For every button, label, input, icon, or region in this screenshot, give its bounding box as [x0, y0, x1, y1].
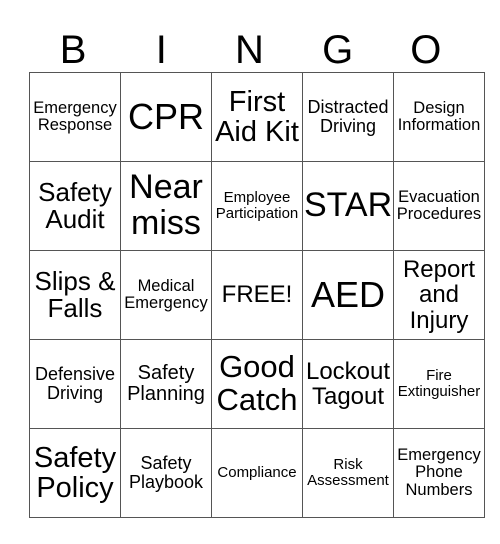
bingo-cell[interactable]: Safety Audit	[29, 161, 121, 251]
bingo-cell[interactable]: Report and Injury	[393, 250, 485, 340]
bingo-cell[interactable]: Emergency Phone Numbers	[393, 428, 485, 518]
cell-label: First Aid Kit	[215, 85, 299, 148]
bingo-cell[interactable]: AED	[302, 250, 394, 340]
cell-label: Safety Playbook	[128, 453, 204, 492]
cell-label: Good Catch	[216, 349, 298, 417]
cell-label: Employee Participation	[215, 189, 299, 222]
cell-label: Design Information	[397, 98, 481, 134]
cell-label: Safety Planning	[127, 362, 205, 405]
grid-row: Defensive Driving Safety Planning Good C…	[29, 339, 485, 429]
cell-label: Defensive Driving	[34, 364, 116, 403]
cell-label: Compliance	[217, 464, 297, 482]
header-letter-n: N	[235, 28, 264, 72]
grid-row: Safety Audit Near miss Employee Particip…	[29, 161, 485, 251]
bingo-header: B I N G O	[29, 28, 470, 72]
header-letter-b: B	[59, 28, 87, 72]
cell-label: CPR	[127, 96, 204, 138]
cell-label: Safety Policy	[33, 441, 117, 504]
bingo-cell[interactable]: Evacuation Procedures	[393, 161, 485, 251]
grid-row: Slips & Falls Medical Emergency FREE! AE…	[29, 250, 485, 340]
cell-label: Risk Assessment	[307, 456, 389, 489]
cell-label: Medical Emergency	[124, 276, 208, 312]
bingo-cell[interactable]: Employee Participation	[211, 161, 303, 251]
bingo-cell[interactable]: Medical Emergency	[120, 250, 212, 340]
cell-label: Lockout Tagout	[305, 357, 391, 410]
bingo-cell[interactable]: Slips & Falls	[29, 250, 121, 340]
cell-label: Distracted Driving	[307, 97, 389, 136]
cell-label: Safety Audit	[38, 176, 112, 234]
cell-label: Near miss	[129, 168, 203, 242]
cell-label: Fire Extinguisher	[397, 367, 481, 400]
bingo-cell[interactable]: Safety Policy	[29, 428, 121, 518]
cell-label: STAR	[304, 186, 393, 225]
bingo-cell[interactable]: Compliance	[211, 428, 303, 518]
header-letter-i: I	[155, 28, 167, 72]
bingo-cell[interactable]: Distracted Driving	[302, 72, 394, 162]
cell-label: FREE!	[221, 281, 293, 309]
bingo-cell[interactable]: First Aid Kit	[211, 72, 303, 162]
bingo-cell[interactable]: Fire Extinguisher	[393, 339, 485, 429]
bingo-cell[interactable]: Risk Assessment	[302, 428, 394, 518]
bingo-cell[interactable]: Safety Playbook	[120, 428, 212, 518]
cell-label: Evacuation Procedures	[396, 187, 482, 223]
bingo-cell[interactable]: Near miss	[120, 161, 212, 251]
grid-row: Safety Policy Safety Playbook Compliance…	[29, 428, 485, 518]
bingo-cell[interactable]: STAR	[302, 161, 394, 251]
cell-label: Emergency Response	[33, 98, 117, 134]
header-letter-o: O	[410, 28, 442, 72]
grid-row: Emergency Response CPR First Aid Kit Dis…	[29, 72, 485, 162]
bingo-cell[interactable]: Safety Planning	[120, 339, 212, 429]
bingo-grid: Emergency Response CPR First Aid Kit Dis…	[29, 72, 485, 518]
bingo-cell[interactable]: Good Catch	[211, 339, 303, 429]
bingo-cell[interactable]: Lockout Tagout	[302, 339, 394, 429]
free-space-cell[interactable]: FREE!	[211, 250, 303, 340]
header-letter-g: G	[322, 28, 354, 72]
cell-label: Report and Injury	[402, 256, 476, 334]
cell-label: AED	[310, 274, 386, 316]
bingo-cell[interactable]: Emergency Response	[29, 72, 121, 162]
cell-label: Emergency Phone Numbers	[397, 446, 481, 499]
cell-label: Slips & Falls	[34, 265, 116, 323]
bingo-cell[interactable]: Defensive Driving	[29, 339, 121, 429]
bingo-cell[interactable]: Design Information	[393, 72, 485, 162]
bingo-cell[interactable]: CPR	[120, 72, 212, 162]
